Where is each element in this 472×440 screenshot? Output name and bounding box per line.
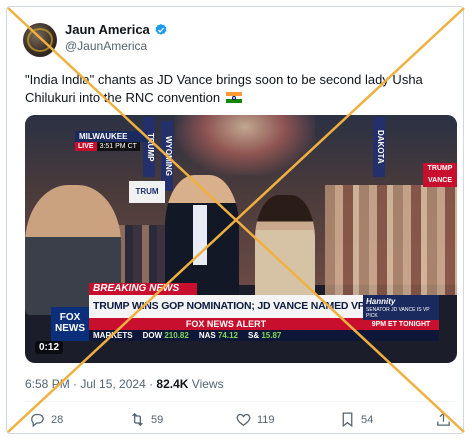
share-icon — [437, 412, 450, 426]
bookmark-icon — [342, 412, 353, 428]
tweet-meta: 6:58 PM · Jul 15, 2024 · 82.4K Views — [25, 377, 224, 391]
bookmark-count: 54 — [361, 413, 374, 426]
author-name-row: Jaun America — [65, 22, 168, 37]
ticker-item: MARKETS — [93, 331, 133, 340]
heart-icon — [236, 413, 251, 426]
location-label: MILWAUKEE — [75, 131, 147, 142]
live-indicator: LIVE 3:51 PM CT — [75, 142, 140, 151]
tweet-card: Jaun America @JaunAmerica "India India" … — [6, 6, 464, 434]
show-time: 9PM ET TONIGHT — [363, 320, 439, 330]
network-logo-line1: FOX — [59, 312, 81, 323]
ticker-item: NAS 74.12 — [198, 331, 238, 340]
like-count: 119 — [257, 413, 275, 426]
market-ticker: MARKETS DOW 210.82 NAS 74.12 S& 15.87 — [89, 330, 439, 341]
alert-banner: FOX NEWS ALERT — [89, 318, 363, 330]
action-bar: 28 59 119 54 — [25, 411, 457, 431]
views-count: 82.4K — [156, 377, 189, 391]
reply-count: 28 — [51, 413, 64, 426]
campaign-sign: TRUM — [129, 181, 165, 203]
verified-badge-icon — [155, 23, 167, 35]
retweet-icon — [132, 412, 143, 427]
delegation-sign: DAKOTA — [373, 117, 385, 177]
video-duration: 0:12 — [35, 341, 64, 354]
divider — [25, 401, 457, 402]
share-button[interactable] — [435, 411, 452, 428]
network-logo: FOX NEWS — [51, 307, 89, 341]
retweet-count: 59 — [151, 413, 164, 426]
reply-button[interactable]: 28 — [29, 411, 63, 428]
display-name[interactable]: Jaun America — [65, 22, 150, 37]
headline-chyron: TRUMP WINS GOP NOMINATION; JD VANCE NAME… — [89, 295, 363, 318]
author-handle[interactable]: @JaunAmerica — [65, 39, 147, 53]
tweet-text: "India India" chants as JD Vance brings … — [25, 71, 445, 107]
show-name: Hannity — [366, 297, 396, 306]
delegation-sign: TRUMP — [143, 117, 155, 177]
show-promo: Hannity SENATOR JD VANCE IS VP PICK 9PM … — [363, 295, 439, 330]
network-logo-line2: NEWS — [55, 323, 85, 334]
video-player[interactable]: TRUMP WYOMING DAKOTA TRUM TRUMP VANCE MI… — [25, 115, 457, 363]
like-button[interactable]: 119 — [235, 411, 275, 428]
live-time: 3:51 PM CT — [96, 142, 140, 151]
ticker-item: S& 15.87 — [247, 331, 282, 340]
person-woman — [255, 195, 315, 305]
campaign-sign: TRUMP VANCE — [423, 163, 457, 187]
show-subtitle: SENATOR JD VANCE IS VP PICK — [366, 307, 430, 319]
tweet-text-body: "India India" chants as JD Vance brings … — [25, 72, 423, 105]
live-label: LIVE — [75, 142, 97, 151]
reply-icon — [31, 413, 44, 428]
retweet-button[interactable]: 59 — [129, 411, 163, 428]
breaking-news-banner: BREAKING NEWS — [89, 283, 197, 295]
views-label: Views — [191, 377, 224, 391]
ticker-item: DOW 210.82 — [142, 331, 189, 340]
india-flag-icon — [225, 92, 242, 103]
avatar[interactable] — [23, 23, 57, 57]
tweet-timestamp[interactable]: 6:58 PM · Jul 15, 2024 · — [25, 377, 153, 391]
bookmark-button[interactable]: 54 — [339, 411, 373, 428]
